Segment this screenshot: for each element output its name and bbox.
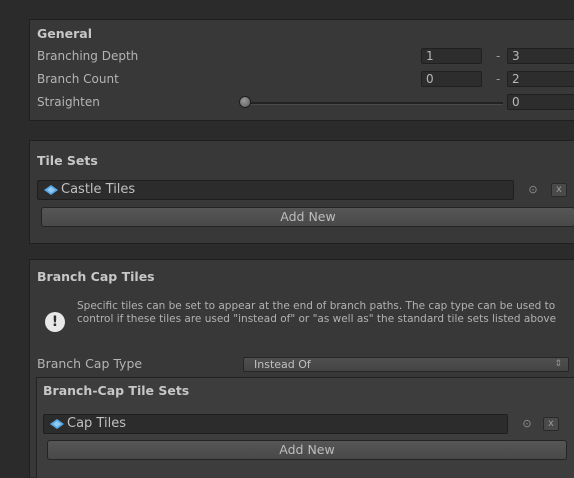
tileset-asset-icon <box>44 185 58 195</box>
tile-set-item[interactable]: Castle Tiles <box>37 180 514 200</box>
info-text: Specific tiles can be set to appear at t… <box>77 300 557 325</box>
branch-count-max-field[interactable]: 2 <box>507 71 574 87</box>
object-picker-icon[interactable]: ⊙ <box>521 418 533 430</box>
straighten-value-field[interactable]: 0 <box>507 94 574 110</box>
branch-count-label: Branch Count <box>37 72 119 86</box>
add-cap-tile-set-button[interactable]: Add New <box>47 440 567 460</box>
add-tile-set-button[interactable]: Add New <box>41 207 574 227</box>
straighten-slider-track[interactable] <box>243 102 503 105</box>
branch-cap-type-value: Instead Of <box>254 358 311 371</box>
branch-cap-type-dropdown[interactable]: Instead Of ⇕ <box>243 357 569 372</box>
branching-depth-max-field[interactable]: 3 <box>507 48 574 64</box>
exclamation-icon: ! <box>45 312 65 332</box>
straighten-slider-thumb[interactable] <box>239 96 251 108</box>
remove-cap-tile-set-button[interactable]: x <box>543 417 559 431</box>
tile-sets-title: Tile Sets <box>37 153 98 168</box>
range-separator: - <box>496 72 501 86</box>
branch-count-min-field[interactable]: 0 <box>421 71 482 87</box>
tile-sets-section: Tile Sets Castle Tiles ⊙ x Add New <box>29 140 574 244</box>
remove-tile-set-button[interactable]: x <box>551 183 567 197</box>
tileset-asset-icon <box>50 419 64 429</box>
branching-depth-label: Branching Depth <box>37 49 139 63</box>
branch-cap-tile-sets-section: Branch-Cap Tile Sets Cap Tiles ⊙ x Add N… <box>36 377 574 478</box>
info-help-box: ! Specific tiles can be set to appear at… <box>37 298 565 348</box>
cap-tile-set-item-label: Cap Tiles <box>67 416 126 431</box>
tile-set-item-label: Castle Tiles <box>61 182 136 197</box>
branch-cap-type-label: Branch Cap Type <box>37 356 143 371</box>
dropdown-arrow-icon: ⇕ <box>554 359 562 369</box>
straighten-label: Straighten <box>37 95 100 109</box>
general-title: General <box>37 26 92 41</box>
object-picker-icon[interactable]: ⊙ <box>527 184 539 196</box>
branch-cap-tile-sets-title: Branch-Cap Tile Sets <box>43 383 190 398</box>
general-section: General Branching Depth 1 - 3 Branch Cou… <box>29 19 574 121</box>
cap-tile-set-item[interactable]: Cap Tiles <box>43 414 508 434</box>
range-separator: - <box>496 49 501 63</box>
branch-cap-tiles-title: Branch Cap Tiles <box>37 269 155 284</box>
branching-depth-min-field[interactable]: 1 <box>421 48 482 64</box>
branch-cap-tiles-section: Branch Cap Tiles ! Specific tiles can be… <box>29 259 574 478</box>
